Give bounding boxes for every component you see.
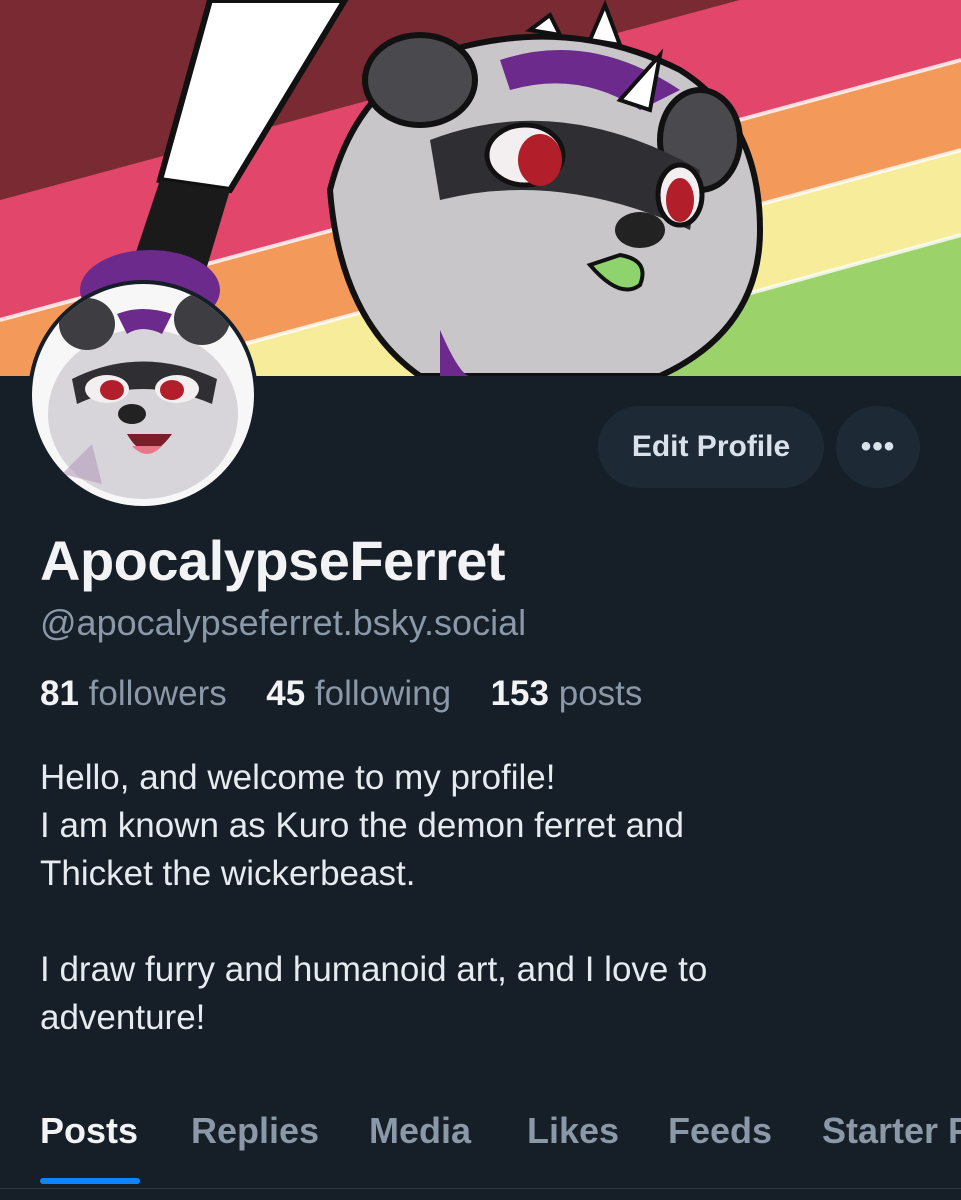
following-label: following xyxy=(314,674,452,713)
avatar-image xyxy=(32,284,254,506)
tab-feeds[interactable]: Feeds xyxy=(668,1110,772,1152)
handle: @apocalypseferret.bsky.social xyxy=(40,602,527,643)
profile-tabs: Posts Replies Media Likes Feeds Starter … xyxy=(0,1100,961,1200)
bio-line: I draw furry and humanoid art, and I lov… xyxy=(40,950,708,989)
following-link[interactable]: 45 following xyxy=(266,674,461,713)
display-name: ApocalypseFerret xyxy=(40,529,506,592)
posts-label: posts xyxy=(558,674,643,713)
tab-media[interactable]: Media xyxy=(369,1110,471,1152)
avatar[interactable] xyxy=(28,280,258,510)
followers-link[interactable]: 81 followers xyxy=(40,674,237,713)
bio-line: adventure! xyxy=(40,998,206,1037)
bio-line: Hello, and welcome to my profile! xyxy=(40,758,556,797)
posts-stat: 153 posts xyxy=(491,674,643,713)
tab-replies[interactable]: Replies xyxy=(191,1110,319,1152)
followers-label: followers xyxy=(88,674,227,713)
edit-profile-button[interactable]: Edit Profile xyxy=(598,406,824,488)
following-count: 45 xyxy=(266,674,306,713)
more-options-button[interactable]: ••• xyxy=(836,406,920,488)
profile-stats: 81 followers 45 following 153 posts xyxy=(40,674,642,714)
bio-line: I am known as Kuro the demon ferret and xyxy=(40,806,684,845)
profile-bio: Hello, and welcome to my profile! I am k… xyxy=(40,754,920,1042)
tab-likes[interactable]: Likes xyxy=(527,1110,619,1152)
tab-posts[interactable]: Posts xyxy=(40,1110,138,1152)
ellipsis-icon: ••• xyxy=(860,430,896,463)
followers-count: 81 xyxy=(40,674,79,713)
active-tab-indicator xyxy=(40,1178,140,1184)
tab-starter-packs[interactable]: Starter Packs xyxy=(822,1110,961,1152)
tabs-divider xyxy=(0,1188,961,1189)
bio-line xyxy=(40,898,920,946)
bio-line: Thicket the wickerbeast. xyxy=(40,854,416,893)
posts-count: 153 xyxy=(490,674,549,713)
